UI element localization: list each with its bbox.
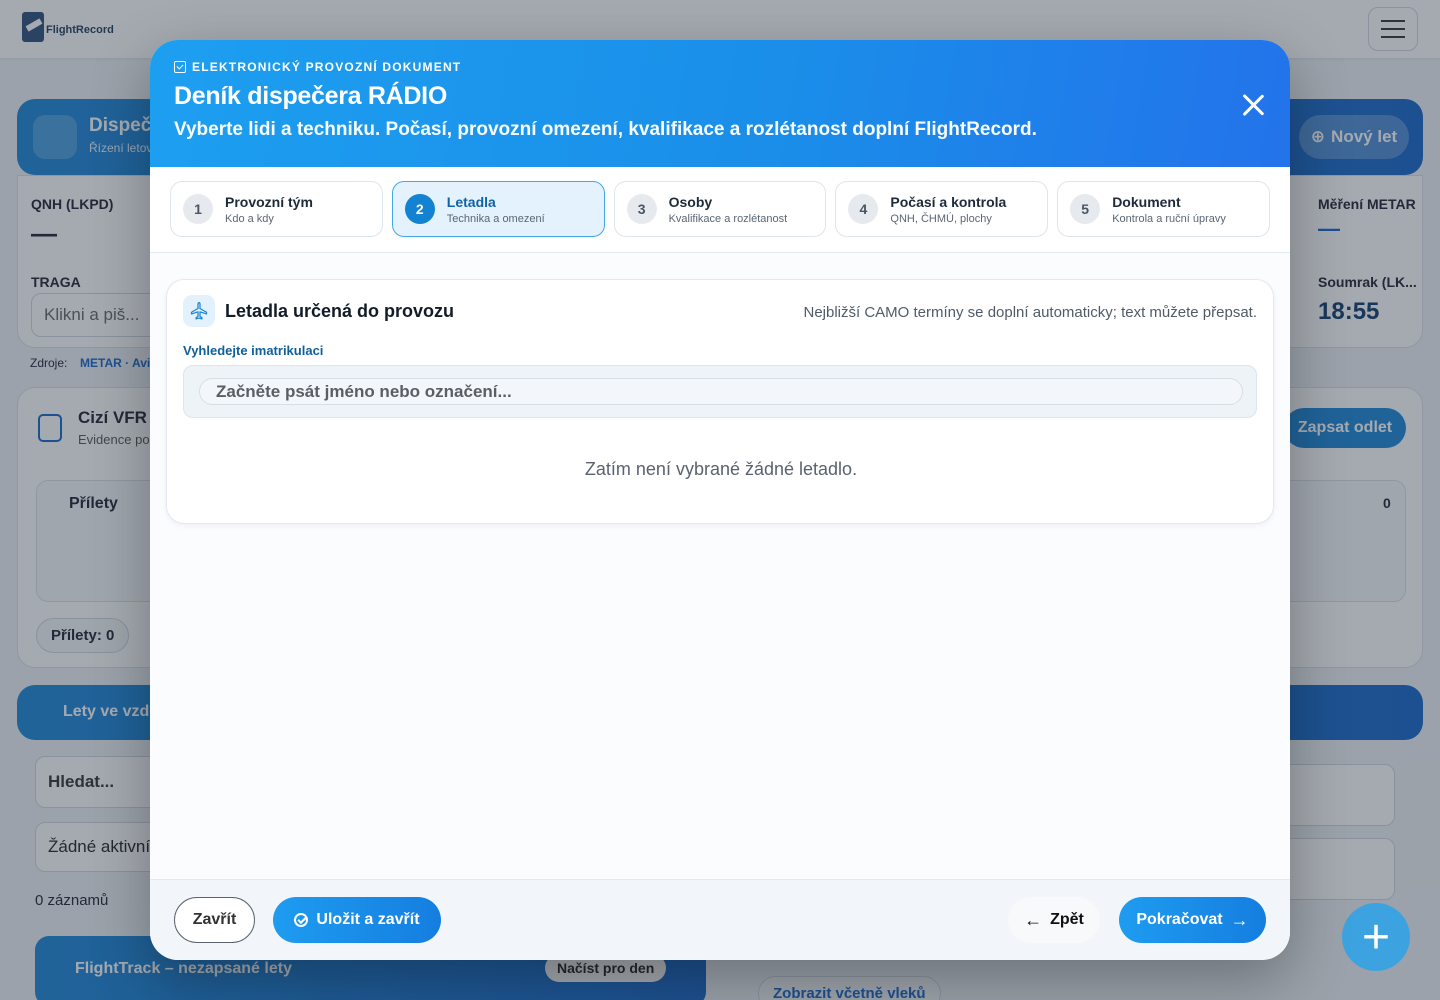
dispatch-log-modal: ELEKTRONICKÝ PROVOZNÍ DOKUMENT Deník dis… bbox=[150, 40, 1290, 960]
modal-footer: Zavřít Uložit a zavřít ← Zpět Pokračovat… bbox=[150, 879, 1290, 960]
step-subtitle: Technika a omezení bbox=[446, 212, 545, 225]
modal-subtitle: Vyberte lidi a techniku. Počasí, provozn… bbox=[174, 119, 1037, 140]
arrow-left-icon: ← bbox=[1024, 910, 1043, 930]
back-button[interactable]: ← Zpět bbox=[1008, 897, 1100, 943]
step-title: Počasí a kontrola bbox=[890, 193, 1007, 210]
airplane-icon bbox=[183, 295, 215, 327]
eyebrow-text: ELEKTRONICKÝ PROVOZNÍ DOKUMENT bbox=[192, 60, 462, 74]
registration-label: Vyhledejte imatrikulaci bbox=[183, 343, 324, 358]
plus-icon: + bbox=[1361, 910, 1391, 964]
step-number: 3 bbox=[626, 194, 657, 224]
registration-search-input[interactable] bbox=[199, 378, 1243, 405]
save-button-label: Uložit a zavřít bbox=[316, 911, 420, 928]
modal-header: ELEKTRONICKÝ PROVOZNÍ DOKUMENT Deník dis… bbox=[150, 40, 1290, 167]
step-number: 2 bbox=[404, 194, 435, 224]
step-number: 5 bbox=[1070, 194, 1101, 224]
add-fab-button[interactable]: + bbox=[1342, 903, 1410, 971]
close-button[interactable]: Zavřít bbox=[174, 897, 255, 943]
step-subtitle: QNH, ČHMÚ, plochy bbox=[890, 212, 992, 225]
save-and-close-button[interactable]: Uložit a zavřít bbox=[273, 897, 441, 943]
step-number: 4 bbox=[848, 194, 879, 224]
step-number: 1 bbox=[183, 194, 213, 224]
step-title: Osoby bbox=[668, 193, 713, 210]
wizard-steps: 1 Provozní tým Kdo a kdy 2 Letadla Technik… bbox=[150, 167, 1290, 253]
step-title: Dokument bbox=[1112, 193, 1181, 210]
step-subtitle: Kontrola a ruční úpravy bbox=[1112, 212, 1226, 225]
back-button-label: Zpět bbox=[1050, 911, 1084, 928]
step-subtitle: Kvalifikace a rozlétanost bbox=[668, 212, 788, 225]
close-icon[interactable] bbox=[1238, 90, 1268, 120]
modal-eyebrow: ELEKTRONICKÝ PROVOZNÍ DOKUMENT bbox=[174, 60, 1266, 74]
check-circle-icon bbox=[294, 913, 309, 927]
step-title: Provozní tým bbox=[225, 193, 313, 210]
continue-button-label: Pokračovat bbox=[1136, 911, 1223, 928]
step-title: Letadla bbox=[446, 193, 496, 210]
modal-title: Deník dispečera RÁDIO bbox=[174, 82, 447, 110]
close-button-label: Zavřít bbox=[192, 911, 237, 928]
arrow-right-icon: → bbox=[1230, 910, 1249, 930]
step-provozni-tym[interactable]: 1 Provozní tým Kdo a kdy bbox=[170, 181, 383, 237]
step-letadla[interactable]: 2 Letadla Technika a omezení bbox=[391, 181, 605, 237]
checklist-icon bbox=[174, 61, 186, 73]
camo-hint: Nejbližší CAMO termíny se doplní automat… bbox=[803, 304, 1257, 321]
card-header: Letadla určená do provozu bbox=[183, 295, 454, 327]
step-subtitle: Kdo a kdy bbox=[225, 212, 274, 225]
registration-search-wrap bbox=[183, 365, 1257, 418]
step-dokument[interactable]: 5 Dokument Kontrola a ruční úpravy bbox=[1057, 181, 1270, 237]
step-pocasi-a-kontrola[interactable]: 4 Počasí a kontrola QNH, ČHMÚ, plochy bbox=[835, 181, 1049, 237]
step-osoby[interactable]: 3 Osoby Kvalifikace a rozlétanost bbox=[613, 181, 827, 237]
aircraft-card: Letadla určená do provozu Nejbližší CAMO… bbox=[166, 279, 1274, 524]
card-title: Letadla určená do provozu bbox=[225, 300, 455, 321]
continue-button[interactable]: Pokračovat → bbox=[1119, 897, 1266, 943]
empty-state-message: Zatím není vybrané žádné letadlo. bbox=[584, 459, 858, 479]
